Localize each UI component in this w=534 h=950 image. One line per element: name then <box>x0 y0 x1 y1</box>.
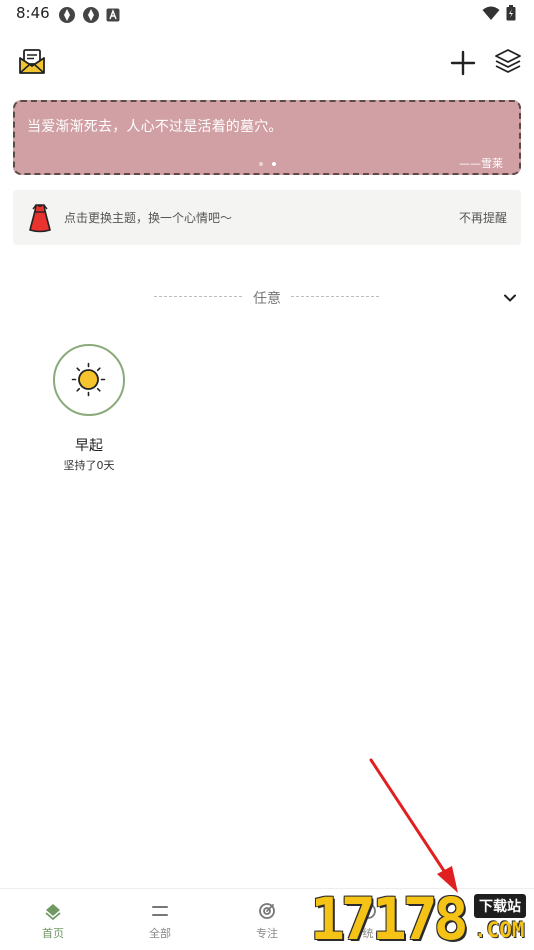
wifi-icon <box>482 6 500 20</box>
carousel-dot <box>259 162 263 166</box>
watermark-badge: 下载站 <box>474 894 526 918</box>
status-bar: 8:46 <box>0 0 534 30</box>
nav-item-all[interactable]: 全部 <box>130 901 190 941</box>
nav-label: 首页 <box>42 927 64 940</box>
watermark-logo: 17178 下载站 .COM <box>306 888 534 950</box>
nav-item-home[interactable]: 首页 <box>23 901 83 941</box>
watermark-number: 17178 <box>310 885 469 950</box>
layers-icon <box>495 49 521 73</box>
chevron-down-icon[interactable] <box>501 289 519 307</box>
theme-tip-text: 点击更换主题，换一个心情吧～ <box>64 211 233 225</box>
section-title: 任意 <box>253 291 281 307</box>
home-icon <box>45 904 61 920</box>
dismiss-tip-button[interactable]: 不再提醒 <box>459 209 507 226</box>
focus-icon <box>259 903 275 919</box>
font-notification-icon <box>106 8 120 22</box>
carousel-indicator <box>259 162 276 166</box>
section-header: 任意 <box>0 284 534 310</box>
list-icon <box>152 906 168 916</box>
top-bar <box>0 40 534 88</box>
quote-author: ——雪莱 <box>459 157 503 170</box>
mail-button[interactable] <box>16 46 48 78</box>
quote-text: 当爱渐渐死去，人心不过是活着的墓穴。 <box>27 119 283 135</box>
nav-label: 全部 <box>149 927 171 940</box>
habit-button[interactable] <box>53 344 125 416</box>
app-notification-icon <box>59 7 75 23</box>
nav-label: 专注 <box>256 927 278 940</box>
habit-streak: 坚持了0天 <box>63 459 115 472</box>
watermark-domain: .COM <box>474 918 525 942</box>
carousel-dot-active <box>272 162 276 166</box>
layers-button[interactable] <box>492 46 524 78</box>
sun-icon <box>71 362 106 397</box>
status-time: 8:46 <box>16 4 50 22</box>
habit-name: 早起 <box>75 438 103 454</box>
quote-banner[interactable]: 当爱渐渐死去，人心不过是活着的墓穴。 ——雪莱 <box>13 100 521 175</box>
plus-icon <box>450 50 476 76</box>
status-notifications <box>58 6 120 24</box>
battery-icon <box>506 5 516 21</box>
dress-icon <box>29 204 51 233</box>
app-notification-icon <box>83 7 99 23</box>
mail-icon <box>19 49 45 74</box>
theme-tip-card[interactable]: 点击更换主题，换一个心情吧～ 不再提醒 <box>13 190 521 245</box>
add-button[interactable] <box>446 46 480 80</box>
status-system-icons <box>482 5 516 21</box>
nav-item-focus[interactable]: 专注 <box>237 901 297 941</box>
divider <box>291 296 379 297</box>
